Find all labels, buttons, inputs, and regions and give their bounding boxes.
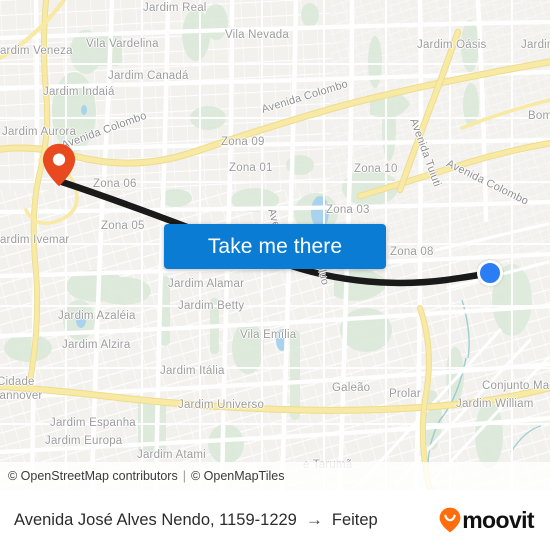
map-canvas[interactable]: Jardim Real Vila Nevada Vila Vardelina Jard…: [0, 0, 550, 490]
trip-footer-bar: Avenida José Alves Nendo, 1159-1229 → Fe…: [0, 490, 550, 550]
map-attribution: © OpenStreetMap contributors | © OpenMap…: [0, 462, 550, 490]
openstreetmap-attribution-link[interactable]: © OpenStreetMap contributors: [8, 469, 178, 483]
route-summary: Avenida José Alves Nendo, 1159-1229 → Fe…: [14, 510, 439, 530]
moovit-pin-icon: [439, 507, 461, 533]
route-arrow-icon: →: [305, 510, 323, 529]
route-destination-label: Feitep: [331, 510, 378, 529]
origin-map-pin[interactable]: [42, 143, 76, 187]
moovit-map-screen: Jardim Real Vila Nevada Vila Vardelina Jard…: [0, 0, 550, 550]
openmaptiles-attribution-link[interactable]: © OpenMapTiles: [191, 469, 285, 483]
attribution-separator: |: [182, 469, 186, 483]
moovit-logo[interactable]: moovit: [439, 506, 535, 534]
destination-map-dot[interactable]: [477, 260, 503, 286]
take-me-there-button[interactable]: Take me there: [164, 224, 386, 269]
route-origin-label: Avenida José Alves Nendo, 1159-1229: [14, 510, 297, 529]
moovit-wordmark: moovit: [462, 506, 534, 533]
